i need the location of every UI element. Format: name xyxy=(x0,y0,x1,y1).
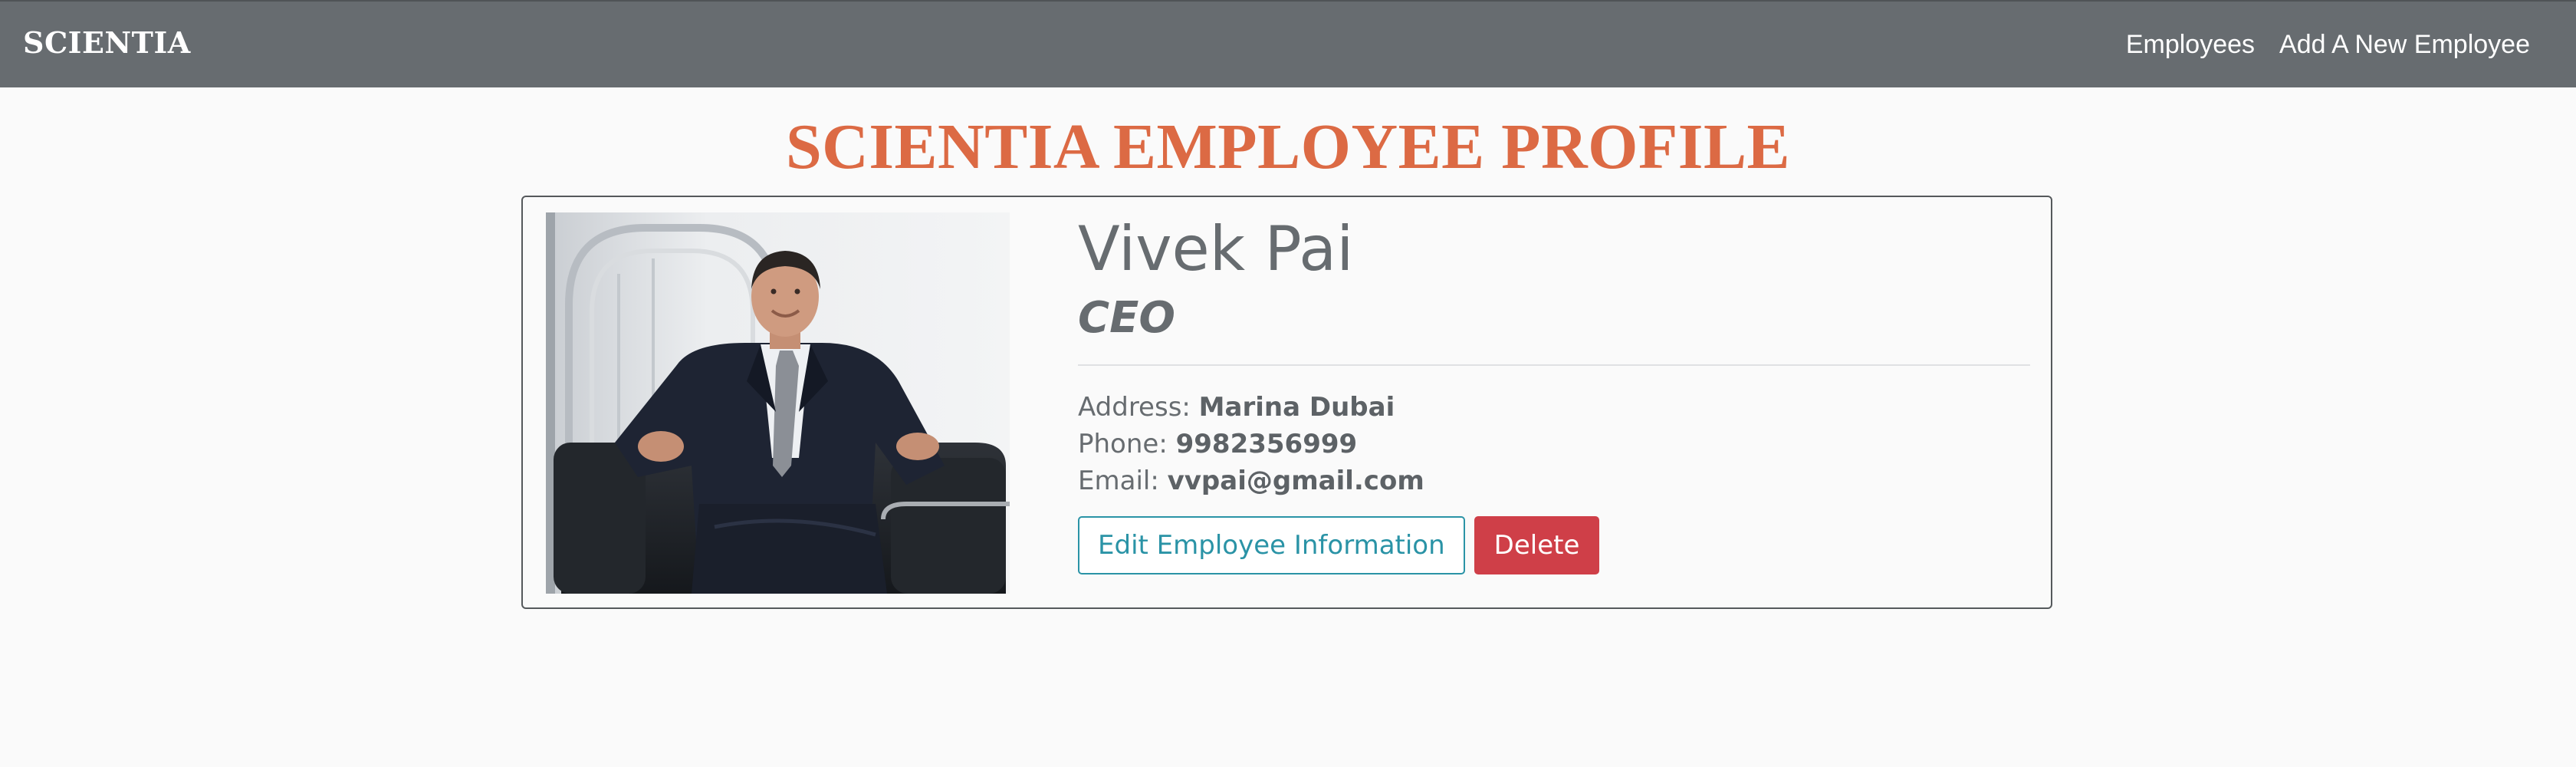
phone-row: Phone: 9982356999 xyxy=(1078,426,2030,463)
nav-link-employees[interactable]: Employees xyxy=(2126,28,2255,61)
employee-name: Vivek Pai xyxy=(1078,213,1354,285)
email-row: Email: vvpai@gmail.com xyxy=(1078,463,2030,499)
employee-profile-card: Vivek Pai CEO Address: Marina Dubai Phon… xyxy=(521,196,2052,609)
divider xyxy=(1078,364,2030,366)
nav-link-add-new-employee[interactable]: Add A New Employee xyxy=(2279,28,2530,61)
profile-actions: Edit Employee Information Delete xyxy=(1078,516,2030,574)
edit-employee-button[interactable]: Edit Employee Information xyxy=(1078,516,1465,574)
phone-label: Phone: xyxy=(1078,429,1168,459)
delete-employee-button[interactable]: Delete xyxy=(1474,516,1600,574)
employee-photo xyxy=(546,212,1010,594)
employee-info: Vivek Pai CEO Address: Marina Dubai Phon… xyxy=(1078,211,2030,574)
email-label: Email: xyxy=(1078,466,1159,496)
top-navbar: SCIENTIA Employees Add A New Employee xyxy=(0,0,2576,87)
address-label: Address: xyxy=(1078,392,1191,423)
address-row: Address: Marina Dubai xyxy=(1078,389,2030,426)
email-value: vvpai@gmail.com xyxy=(1167,466,1424,496)
brand-logo-link[interactable]: SCIENTIA xyxy=(23,25,191,61)
employee-job-title: CEO xyxy=(1078,293,1175,343)
phone-value: 9982356999 xyxy=(1175,429,1358,459)
nav-links: Employees Add A New Employee xyxy=(2126,28,2530,61)
address-value: Marina Dubai xyxy=(1198,392,1395,423)
employee-details: Address: Marina Dubai Phone: 9982356999 … xyxy=(1078,389,2030,499)
page-title: SCIENTIA EMPLOYEE PROFILE xyxy=(785,111,1791,183)
employee-photo-image xyxy=(546,212,1010,594)
